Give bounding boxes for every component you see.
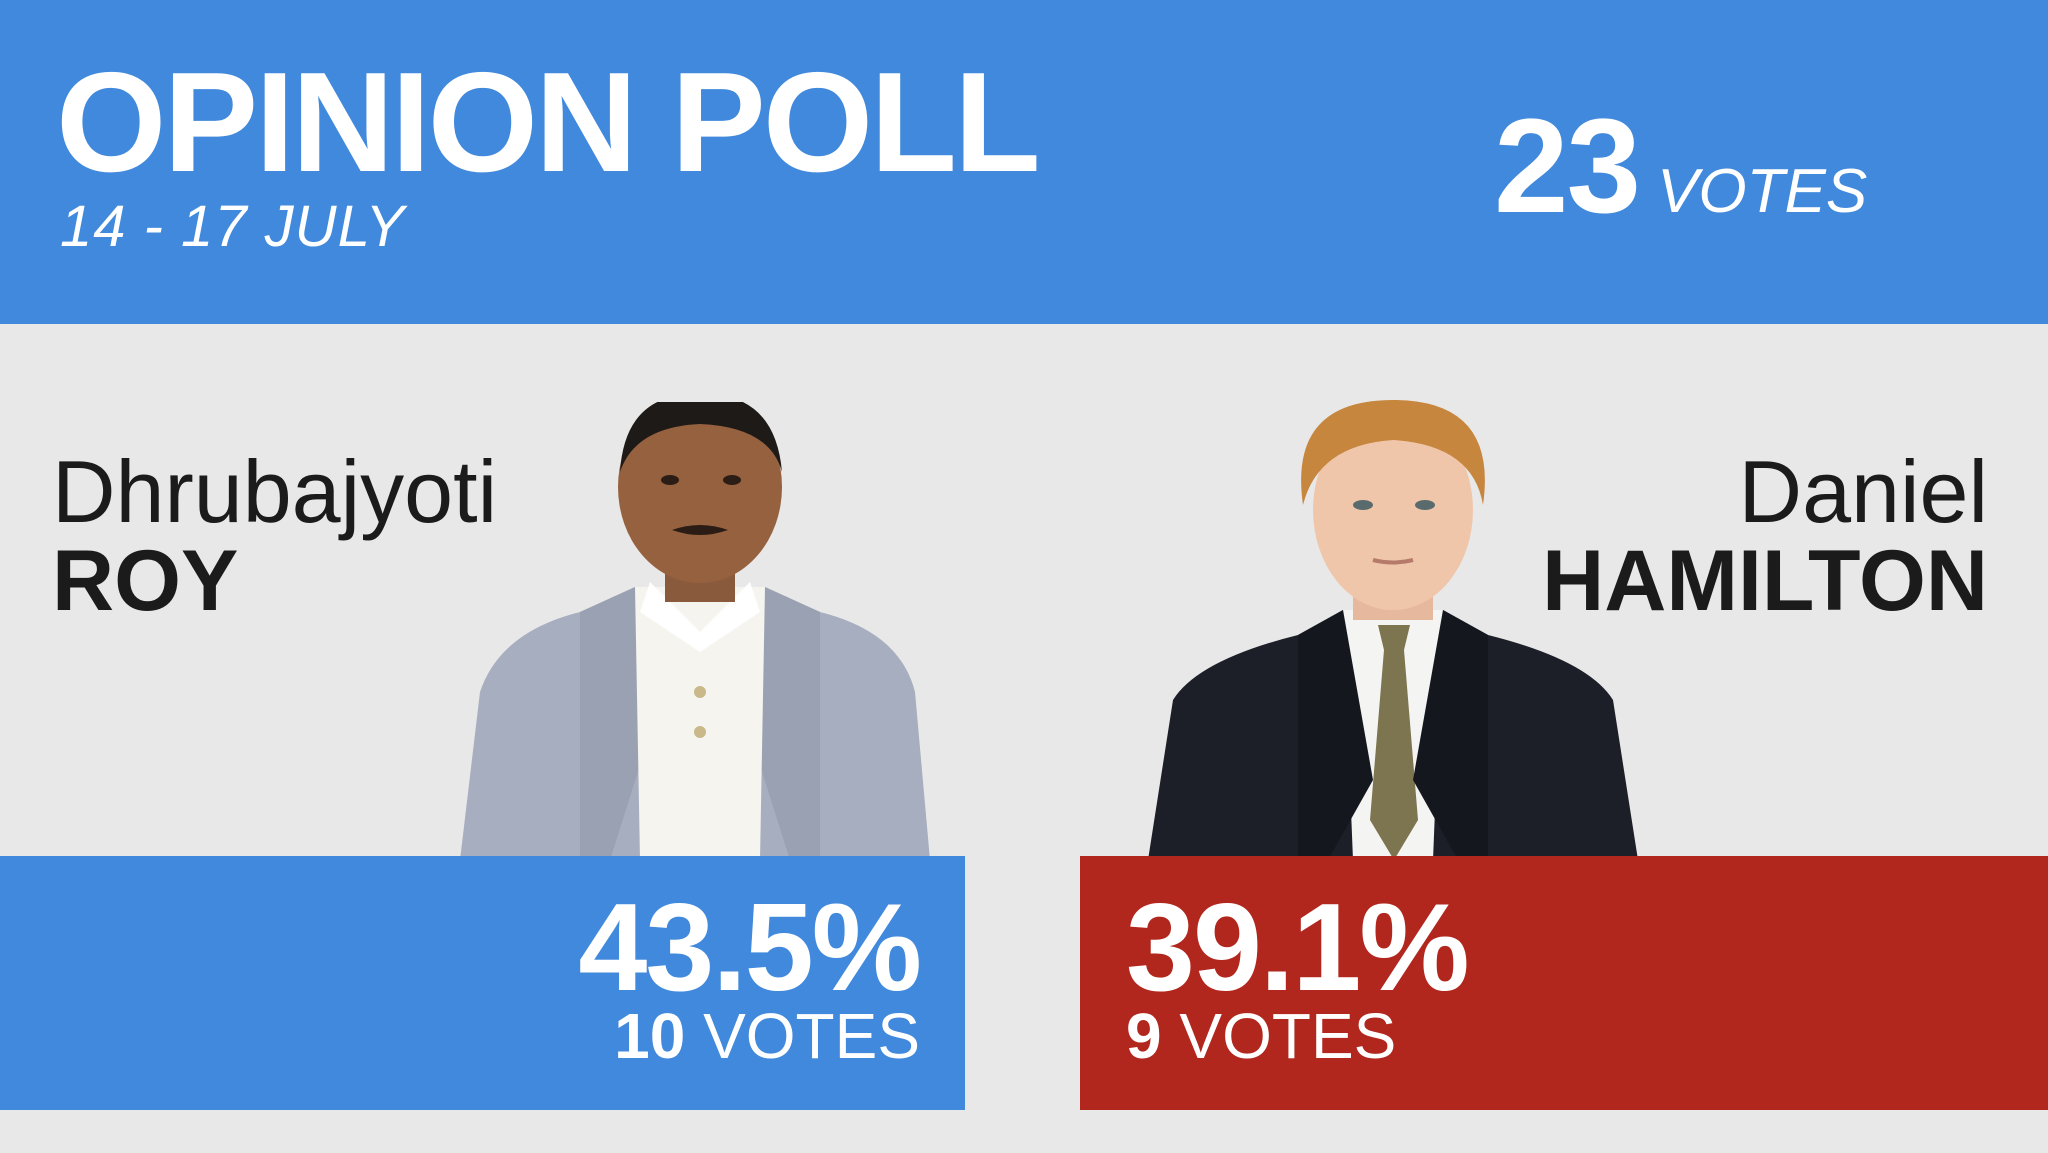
bottom-strip [0, 1110, 2048, 1153]
candidate-votes-count: 9 [1126, 1000, 1162, 1072]
candidate-votes: 10 VOTES [614, 1004, 920, 1068]
candidate-votes: 9 VOTES [1126, 1004, 1396, 1068]
candidate-first-name: Dhrubajyoti [52, 442, 498, 541]
candidate-votes-unit: VOTES [703, 1000, 920, 1072]
candidate-votes-count: 10 [614, 1000, 686, 1072]
candidate-result-bar-left: 43.5% 10 VOTES [0, 856, 965, 1110]
poll-dates: 14 - 17 JULY [60, 194, 406, 259]
total-votes-unit: VOTES [1657, 157, 1868, 226]
candidate-percent: 39.1% [1126, 879, 1470, 1017]
candidate-votes-unit: VOTES [1179, 1000, 1397, 1072]
candidate-last-name: ROY [52, 533, 239, 629]
candidate-portrait-icon [1148, 400, 1638, 860]
total-votes-count: 23 [1494, 92, 1641, 241]
total-votes: 23 VOTES [1494, 100, 1867, 234]
candidate-name-left: Dhrubajyoti ROY [52, 442, 498, 629]
poll-header: OPINION POLL 14 - 17 JULY 23 VOTES [0, 0, 2048, 324]
candidate-result-bar-right: 39.1% 9 VOTES [1080, 856, 2048, 1110]
poll-title: OPINION POLL [56, 43, 1041, 202]
candidate-portrait-icon [460, 402, 930, 860]
candidate-percent: 43.5% [578, 879, 922, 1017]
